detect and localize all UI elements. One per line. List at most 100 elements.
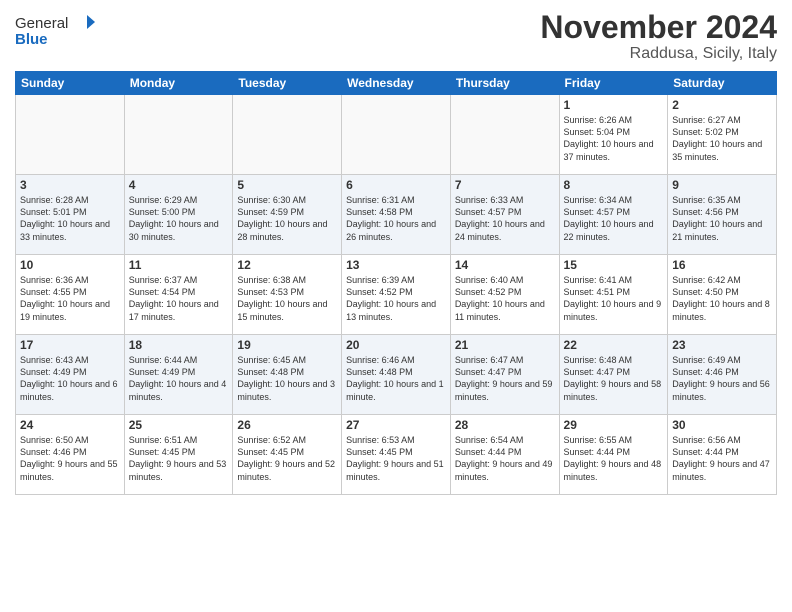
weekday-header-monday: Monday (124, 72, 233, 95)
day-cell (16, 95, 125, 175)
day-cell: 12 Sunrise: 6:38 AM Sunset: 4:53 PM Dayli… (233, 255, 342, 335)
week-row-3: 10 Sunrise: 6:36 AM Sunset: 4:55 PM Dayli… (16, 255, 777, 335)
month-title: November 2024 (540, 10, 777, 45)
day-cell: 25 Sunrise: 6:51 AM Sunset: 4:45 PM Dayli… (124, 415, 233, 495)
day-number: 13 (346, 258, 446, 272)
day-cell: 11 Sunrise: 6:37 AM Sunset: 4:54 PM Dayli… (124, 255, 233, 335)
day-number: 19 (237, 338, 337, 352)
svg-text:Blue: Blue (15, 31, 48, 48)
day-number: 25 (129, 418, 229, 432)
day-cell: 14 Sunrise: 6:40 AM Sunset: 4:52 PM Dayli… (450, 255, 559, 335)
day-number: 11 (129, 258, 229, 272)
day-cell: 13 Sunrise: 6:39 AM Sunset: 4:52 PM Dayli… (342, 255, 451, 335)
week-row-1: 1Sunrise: 6:26 AM Sunset: 5:04 PM Daylig… (16, 95, 777, 175)
day-info: Sunrise: 6:44 AM Sunset: 4:49 PM Dayligh… (129, 354, 229, 403)
day-info: Sunrise: 6:36 AM Sunset: 4:55 PM Dayligh… (20, 274, 120, 323)
day-cell: 17 Sunrise: 6:43 AM Sunset: 4:49 PM Dayli… (16, 335, 125, 415)
day-cell (233, 95, 342, 175)
weekday-header-wednesday: Wednesday (342, 72, 451, 95)
day-number: 4 (129, 178, 229, 192)
location: Raddusa, Sicily, Italy (540, 45, 777, 63)
day-info: Sunrise: 6:54 AM Sunset: 4:44 PM Dayligh… (455, 434, 555, 483)
day-number: 24 (20, 418, 120, 432)
day-info: Sunrise: 6:37 AM Sunset: 4:54 PM Dayligh… (129, 274, 229, 323)
day-number: 29 (564, 418, 664, 432)
header: General Blue November 2024 Raddusa, Sici… (15, 10, 777, 63)
day-cell: 30Sunrise: 6:56 AM Sunset: 4:44 PM Dayli… (668, 415, 777, 495)
day-cell: 1Sunrise: 6:26 AM Sunset: 5:04 PM Daylig… (559, 95, 668, 175)
day-info: Sunrise: 6:50 AM Sunset: 4:46 PM Dayligh… (20, 434, 120, 483)
week-row-5: 24 Sunrise: 6:50 AM Sunset: 4:46 PM Dayli… (16, 415, 777, 495)
svg-text:General: General (15, 15, 68, 32)
week-row-4: 17 Sunrise: 6:43 AM Sunset: 4:49 PM Dayli… (16, 335, 777, 415)
day-info: Sunrise: 6:53 AM Sunset: 4:45 PM Dayligh… (346, 434, 446, 483)
day-info: Sunrise: 6:55 AM Sunset: 4:44 PM Dayligh… (564, 434, 664, 483)
page: General Blue November 2024 Raddusa, Sici… (0, 0, 792, 612)
weekday-header-thursday: Thursday (450, 72, 559, 95)
day-number: 8 (564, 178, 664, 192)
day-cell: 15Sunrise: 6:41 AM Sunset: 4:51 PM Dayli… (559, 255, 668, 335)
day-number: 17 (20, 338, 120, 352)
calendar: SundayMondayTuesdayWednesdayThursdayFrid… (15, 71, 777, 495)
day-info: Sunrise: 6:51 AM Sunset: 4:45 PM Dayligh… (129, 434, 229, 483)
day-cell: 28 Sunrise: 6:54 AM Sunset: 4:44 PM Dayli… (450, 415, 559, 495)
day-number: 2 (672, 98, 772, 112)
day-cell: 29 Sunrise: 6:55 AM Sunset: 4:44 PM Dayli… (559, 415, 668, 495)
day-cell: 27Sunrise: 6:53 AM Sunset: 4:45 PM Dayli… (342, 415, 451, 495)
day-cell: 4 Sunrise: 6:29 AM Sunset: 5:00 PM Daylig… (124, 175, 233, 255)
day-info: Sunrise: 6:38 AM Sunset: 4:53 PM Dayligh… (237, 274, 337, 323)
day-number: 10 (20, 258, 120, 272)
day-cell: 5 Sunrise: 6:30 AM Sunset: 4:59 PM Daylig… (233, 175, 342, 255)
day-number: 22 (564, 338, 664, 352)
day-cell: 20 Sunrise: 6:46 AM Sunset: 4:48 PM Dayli… (342, 335, 451, 415)
day-cell (450, 95, 559, 175)
day-info: Sunrise: 6:46 AM Sunset: 4:48 PM Dayligh… (346, 354, 446, 403)
day-info: Sunrise: 6:29 AM Sunset: 5:00 PM Dayligh… (129, 194, 229, 243)
weekday-header-row: SundayMondayTuesdayWednesdayThursdayFrid… (16, 72, 777, 95)
day-number: 28 (455, 418, 555, 432)
day-cell: 3 Sunrise: 6:28 AM Sunset: 5:01 PM Daylig… (16, 175, 125, 255)
day-info: Sunrise: 6:35 AM Sunset: 4:56 PM Dayligh… (672, 194, 772, 243)
day-info: Sunrise: 6:48 AM Sunset: 4:47 PM Dayligh… (564, 354, 664, 403)
day-info: Sunrise: 6:49 AM Sunset: 4:46 PM Dayligh… (672, 354, 772, 403)
day-cell: 8 Sunrise: 6:34 AM Sunset: 4:57 PM Daylig… (559, 175, 668, 255)
day-info: Sunrise: 6:43 AM Sunset: 4:49 PM Dayligh… (20, 354, 120, 403)
day-cell: 9Sunrise: 6:35 AM Sunset: 4:56 PM Daylig… (668, 175, 777, 255)
day-info: Sunrise: 6:30 AM Sunset: 4:59 PM Dayligh… (237, 194, 337, 243)
day-number: 15 (564, 258, 664, 272)
day-number: 20 (346, 338, 446, 352)
day-number: 16 (672, 258, 772, 272)
day-info: Sunrise: 6:56 AM Sunset: 4:44 PM Dayligh… (672, 434, 772, 483)
day-info: Sunrise: 6:33 AM Sunset: 4:57 PM Dayligh… (455, 194, 555, 243)
day-info: Sunrise: 6:39 AM Sunset: 4:52 PM Dayligh… (346, 274, 446, 323)
week-row-2: 3 Sunrise: 6:28 AM Sunset: 5:01 PM Daylig… (16, 175, 777, 255)
day-cell: 19 Sunrise: 6:45 AM Sunset: 4:48 PM Dayli… (233, 335, 342, 415)
day-cell: 6 Sunrise: 6:31 AM Sunset: 4:58 PM Daylig… (342, 175, 451, 255)
day-number: 6 (346, 178, 446, 192)
day-number: 18 (129, 338, 229, 352)
day-info: Sunrise: 6:40 AM Sunset: 4:52 PM Dayligh… (455, 274, 555, 323)
day-number: 14 (455, 258, 555, 272)
day-info: Sunrise: 6:31 AM Sunset: 4:58 PM Dayligh… (346, 194, 446, 243)
day-cell: 22 Sunrise: 6:48 AM Sunset: 4:47 PM Dayli… (559, 335, 668, 415)
day-number: 26 (237, 418, 337, 432)
day-info: Sunrise: 6:52 AM Sunset: 4:45 PM Dayligh… (237, 434, 337, 483)
day-cell (124, 95, 233, 175)
day-cell: 10 Sunrise: 6:36 AM Sunset: 4:55 PM Dayli… (16, 255, 125, 335)
day-cell: 23 Sunrise: 6:49 AM Sunset: 4:46 PM Dayli… (668, 335, 777, 415)
day-info: Sunrise: 6:28 AM Sunset: 5:01 PM Dayligh… (20, 194, 120, 243)
day-cell: 21Sunrise: 6:47 AM Sunset: 4:47 PM Dayli… (450, 335, 559, 415)
day-cell: 16Sunrise: 6:42 AM Sunset: 4:50 PM Dayli… (668, 255, 777, 335)
day-number: 12 (237, 258, 337, 272)
weekday-header-sunday: Sunday (16, 72, 125, 95)
day-info: Sunrise: 6:45 AM Sunset: 4:48 PM Dayligh… (237, 354, 337, 403)
logo-svg: General Blue (15, 10, 95, 55)
day-number: 5 (237, 178, 337, 192)
day-cell: 7 Sunrise: 6:33 AM Sunset: 4:57 PM Daylig… (450, 175, 559, 255)
day-number: 23 (672, 338, 772, 352)
day-info: Sunrise: 6:27 AM Sunset: 5:02 PM Dayligh… (672, 114, 772, 163)
day-info: Sunrise: 6:34 AM Sunset: 4:57 PM Dayligh… (564, 194, 664, 243)
day-number: 3 (20, 178, 120, 192)
day-number: 7 (455, 178, 555, 192)
logo: General Blue (15, 10, 95, 55)
